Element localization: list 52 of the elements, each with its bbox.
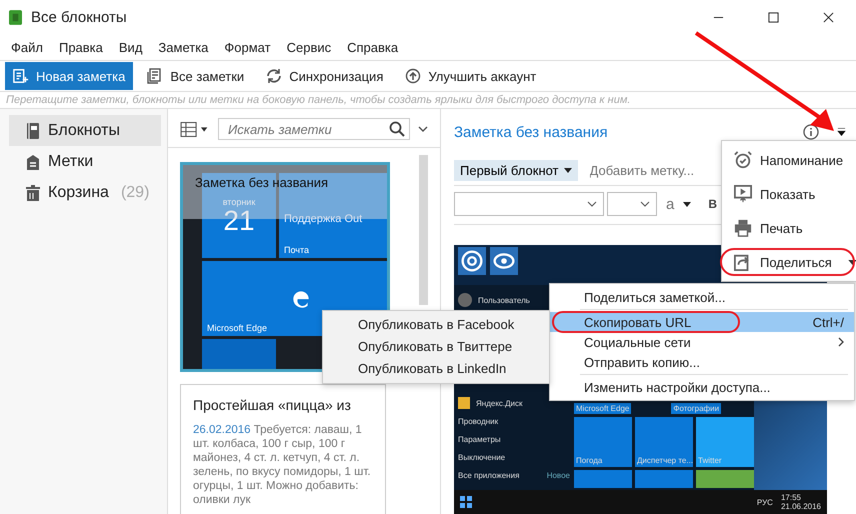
toolbar-button[interactable]: Улучшить аккаунт: [397, 63, 544, 89]
window-title: Все блокноты: [31, 8, 127, 26]
note-title: Заметка без названия: [454, 124, 608, 140]
menu-item[interactable]: Вид: [118, 40, 142, 54]
menu-item[interactable]: Скопировать URL Ctrl+/: [550, 312, 854, 332]
menu-item[interactable]: Правка: [58, 40, 103, 54]
menu-entry: Проводник: [458, 416, 498, 426]
menu-entry: Выключение: [458, 452, 506, 462]
note-title: Простейшая «пицца» из: [193, 397, 352, 413]
menu-item[interactable]: Печать: [722, 211, 856, 245]
menu-item[interactable]: Поделиться заметкой...: [550, 287, 854, 307]
user-name: Пользователь: [478, 296, 530, 304]
app-tile: Погода: [574, 417, 632, 467]
menu-entry: Параметры: [458, 434, 501, 444]
tile-label: Фотографии: [671, 403, 722, 414]
tile-label: Microsoft Edge: [207, 323, 268, 333]
menu-item[interactable]: Сервис: [286, 40, 332, 54]
menu-item[interactable]: Формат: [224, 40, 271, 54]
menu-item[interactable]: Заметка: [158, 40, 208, 54]
menu-item[interactable]: Отправить копию...: [550, 352, 854, 372]
tile-label: Microsoft Edge: [574, 403, 632, 414]
notebook-button[interactable]: Первый блокнот: [454, 160, 578, 180]
shortcut-label: Ctrl+/: [812, 314, 844, 330]
app-tile: Twitter: [696, 417, 754, 467]
search-field[interactable]: Искать заметки: [218, 118, 410, 140]
clock-date: 21.06.2016: [780, 502, 821, 511]
language-label: РУС: [756, 498, 773, 506]
toolbar-button[interactable]: Новая заметка: [5, 62, 134, 90]
menu-item[interactable]: Показать: [722, 177, 856, 211]
clock-time: 17:55: [780, 493, 802, 502]
app-name: Яндекс.Диск: [476, 398, 523, 408]
new-label: Новое: [546, 470, 570, 480]
hint-text: Перетащите заметки, блокноты или метки на боковую панель, чтобы создать ярлыки для быстрого доступа к ним.: [0, 91, 856, 109]
menu-item[interactable]: Файл: [11, 40, 43, 54]
sidebar-item[interactable]: Метки: [9, 146, 161, 177]
toolbar-button[interactable]: Синхронизация: [258, 63, 392, 89]
sidebar-item[interactable]: Блокноты: [9, 115, 161, 146]
sidebar-item[interactable]: Корзина (29): [9, 177, 161, 208]
menu-entry: Все приложения: [458, 470, 520, 480]
tile-label: 21: [223, 207, 255, 235]
tile-label: Почта: [284, 245, 310, 255]
note-snippet: 26.02.2016 Требуется: лаваш, 1 шт. колбаса, 100 г сыр, 100 г майонез, 4 ст. л. кетчуп, 4 ст. л. зелень, по вкусу помидоры, 1 шт. огурцы, 1 шт. Можно добавить: оливки лук: [193, 423, 372, 507]
tile-label: вторник: [222, 197, 256, 207]
menu-item[interactable]: Изменить настройки доступа...: [550, 377, 854, 397]
app-tile: Диспетчер те...: [635, 417, 693, 467]
bold-button[interactable]: B: [702, 197, 724, 211]
tile-label: Поддержка Out: [284, 213, 364, 225]
menu-item[interactable]: Социальные сети: [550, 332, 854, 352]
font-color-button[interactable]: a: [660, 196, 680, 212]
toolbar-button[interactable]: Все заметки: [139, 63, 252, 89]
menu-item[interactable]: Справка: [347, 40, 398, 54]
menu-item[interactable]: Поделиться: [722, 245, 856, 279]
